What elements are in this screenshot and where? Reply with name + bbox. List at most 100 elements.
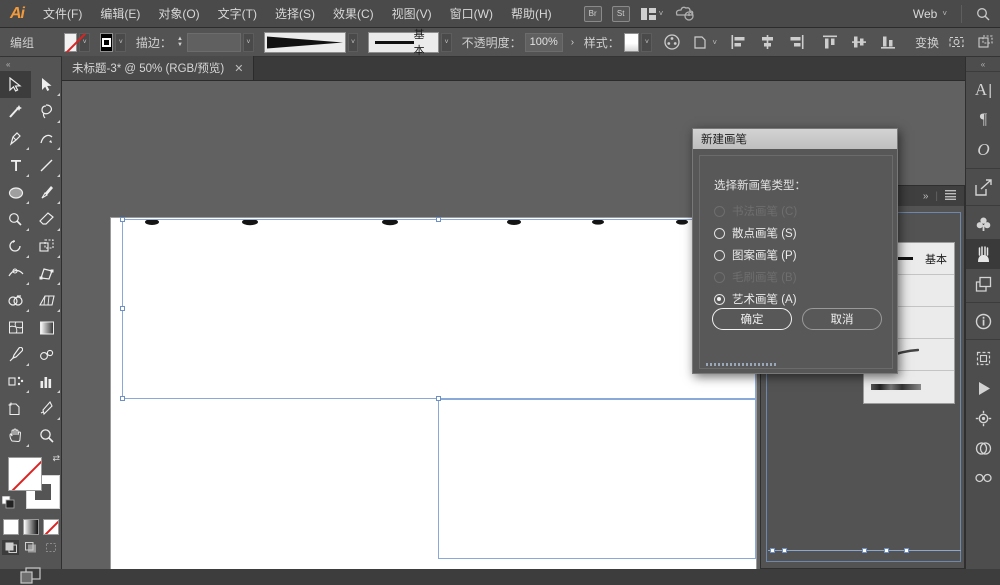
artboard-options-icon[interactable]: ˅ (694, 35, 717, 49)
menu-window[interactable]: 窗口(W) (441, 0, 502, 28)
character-panel-icon[interactable]: A | (966, 75, 1000, 105)
arrange-chevron-down-icon[interactable]: ˅ (659, 9, 664, 18)
artboard-tool[interactable] (0, 395, 31, 422)
expand-panels-icon[interactable]: » (923, 191, 929, 202)
pen-tool[interactable] (0, 125, 31, 152)
align-right-icon[interactable] (789, 35, 804, 49)
eyedropper-tool[interactable] (0, 341, 31, 368)
align-bottom-icon[interactable] (881, 35, 896, 49)
menu-object[interactable]: 对象(O) (149, 0, 208, 28)
stroke-chevron-down-icon[interactable]: ˅ (115, 32, 127, 52)
collapse-dock-icon[interactable]: « (966, 57, 1000, 71)
close-icon[interactable]: ✕ (234, 62, 243, 75)
striped-gradient-artwork-lower[interactable] (438, 399, 756, 558)
anchor-point[interactable] (120, 396, 125, 401)
transform-label[interactable]: 变换 (915, 34, 939, 51)
blend-tool[interactable] (31, 341, 62, 368)
free-transform-tool[interactable] (31, 260, 62, 287)
scale-tool[interactable] (31, 233, 62, 260)
hand-tool[interactable] (0, 422, 31, 449)
recolor-artwork-icon[interactable] (664, 34, 681, 50)
anchor-point[interactable] (120, 217, 125, 222)
bridge-button[interactable]: Br (583, 5, 602, 22)
lasso-tool[interactable] (31, 98, 62, 125)
pattern-brush-radio[interactable]: 图案画笔 (P) (714, 244, 797, 266)
artboards-panel-icon[interactable] (966, 343, 1000, 373)
workspace-chevron-down-icon[interactable]: ˅ (942, 9, 947, 18)
width-tool[interactable] (0, 260, 31, 287)
menu-help[interactable]: 帮助(H) (502, 0, 561, 28)
brush-chevron-down-icon[interactable]: ˅ (441, 32, 452, 52)
fill-color-swatch[interactable] (63, 32, 78, 52)
links-panel-icon[interactable] (966, 433, 1000, 463)
cancel-button[interactable]: 取消 (802, 308, 882, 330)
graphic-style-swatch[interactable] (623, 32, 640, 52)
anchor-point[interactable] (782, 548, 787, 553)
art-brush-radio[interactable]: 艺术画笔 (A) (714, 288, 797, 310)
eraser-tool[interactable] (31, 206, 62, 233)
shape-builder-tool[interactable] (0, 287, 31, 314)
stroke-color-swatch[interactable] (99, 32, 114, 52)
anchor-point[interactable] (904, 548, 909, 553)
curvature-tool[interactable] (31, 125, 62, 152)
striped-gradient-artwork-upper[interactable] (122, 219, 756, 399)
draw-inside-icon[interactable] (42, 540, 59, 555)
ellipse-tool[interactable] (0, 179, 31, 206)
isolate-selected-icon[interactable] (949, 35, 964, 49)
workspace-switcher[interactable]: Web ˅ (913, 7, 947, 21)
draw-behind-icon[interactable] (22, 540, 39, 555)
artboard-chevron-down-icon[interactable]: ˅ (712, 38, 717, 47)
artboard[interactable] (111, 217, 758, 569)
selection-tool[interactable] (0, 71, 31, 98)
swap-fill-stroke-icon[interactable]: ⇄ (52, 453, 60, 464)
direct-selection-tool[interactable] (31, 71, 62, 98)
column-graph-tool[interactable] (31, 368, 62, 395)
anchor-point[interactable] (436, 217, 441, 222)
fill-color-swatch-toolbar[interactable] (8, 457, 42, 491)
menu-file[interactable]: 文件(F) (34, 0, 91, 28)
type-tool[interactable] (0, 152, 31, 179)
paragraph-panel-icon[interactable]: ¶ (966, 105, 1000, 135)
menu-edit[interactable]: 编辑(E) (91, 0, 149, 28)
zoom-tool[interactable] (31, 422, 62, 449)
perspective-grid-tool[interactable] (31, 287, 62, 314)
gradient-swatch-button[interactable] (22, 519, 39, 535)
brush-list-item[interactable] (864, 371, 954, 403)
radio-indicator[interactable] (714, 227, 725, 239)
variable-width-profile-swatch[interactable] (263, 31, 346, 53)
none-swatch-button[interactable] (42, 519, 59, 535)
stroke-weight-chevron-down-icon[interactable]: ˅ (243, 32, 254, 52)
menu-view[interactable]: 视图(V) (383, 0, 441, 28)
scatter-brush-radio[interactable]: 散点画笔 (S) (714, 222, 797, 244)
symbols-panel-icon[interactable] (966, 209, 1000, 239)
sync-cloud-icon[interactable] (675, 6, 695, 21)
draw-normal-icon[interactable] (2, 540, 19, 555)
color-swatch-button[interactable] (2, 519, 19, 535)
opacity-input[interactable]: 100% (524, 32, 563, 52)
brush-definition-swatch[interactable]: 基本 (368, 29, 440, 57)
gradient-tool[interactable] (31, 314, 62, 341)
style-chevron-down-icon[interactable]: ˅ (641, 32, 653, 52)
default-fill-stroke-icon[interactable] (1, 495, 15, 509)
panel-menu-icon[interactable] (945, 189, 956, 203)
menu-effect[interactable]: 效果(C) (324, 0, 383, 28)
brush-type-radio-group[interactable]: 书法画笔 (C) 散点画笔 (S) 图案画笔 (P) 毛刷画笔 (B) 艺术画笔… (714, 200, 797, 310)
glyphs-panel-icon[interactable]: O (966, 135, 1000, 165)
anchor-point[interactable] (770, 548, 775, 553)
anchor-point[interactable] (436, 396, 441, 401)
symbol-sprayer-tool[interactable] (0, 368, 31, 395)
radio-indicator[interactable] (714, 293, 725, 305)
document-tab[interactable]: 未标题-3* @ 50% (RGB/预览) ✕ (62, 56, 255, 80)
anchor-point[interactable] (862, 548, 867, 553)
actions-panel-icon[interactable] (966, 373, 1000, 403)
paintbrush-tool[interactable] (31, 179, 62, 206)
dialog-resize-grip[interactable] (706, 363, 776, 366)
align-top-icon[interactable] (823, 35, 838, 49)
brushes-panel-icon[interactable] (966, 239, 1000, 269)
align-center-horizontal-icon[interactable] (760, 35, 775, 49)
menu-select[interactable]: 选择(S) (266, 0, 324, 28)
mesh-tool[interactable] (0, 314, 31, 341)
opacity-label[interactable]: 不透明度： (462, 34, 522, 51)
align-center-vertical-icon[interactable] (852, 35, 867, 49)
menu-type[interactable]: 文字(T) (209, 0, 266, 28)
